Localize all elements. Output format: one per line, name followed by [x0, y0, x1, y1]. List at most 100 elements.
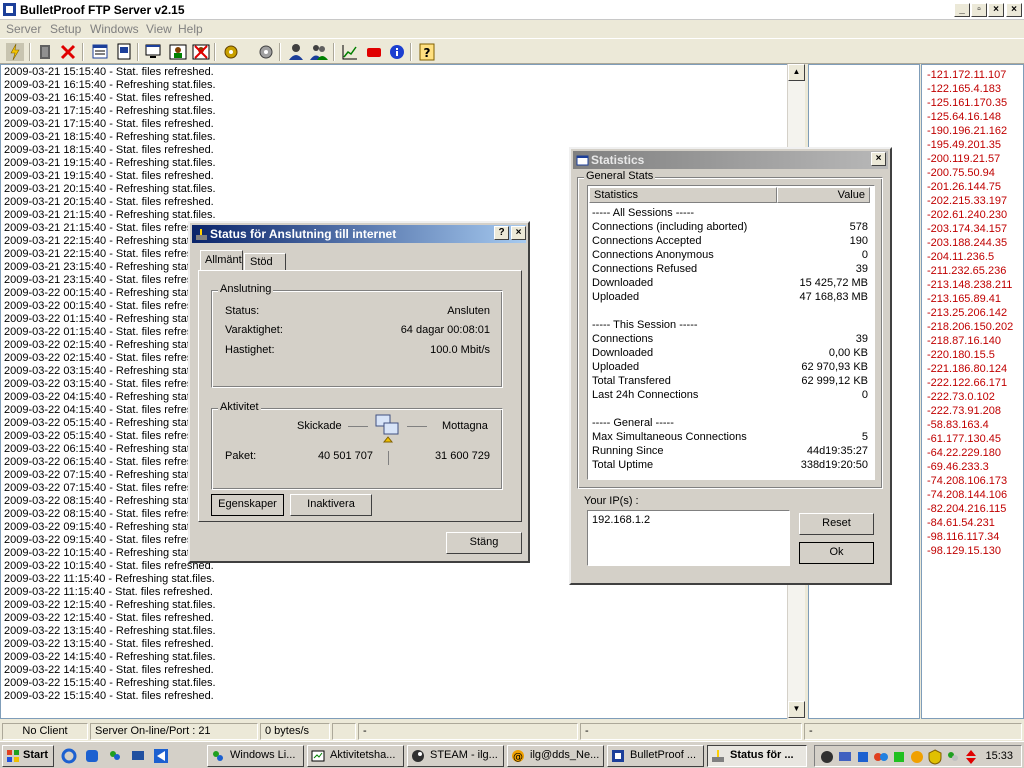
document-icon[interactable] [114, 42, 134, 62]
cross-icon[interactable] [58, 42, 78, 62]
tray-users-icon[interactable] [945, 749, 961, 765]
settings-icon[interactable] [221, 42, 241, 62]
ip-address-item[interactable]: -74.208.144.106 [927, 488, 1013, 502]
ip-address-item[interactable]: -221.186.80.124 [927, 362, 1013, 376]
ip-address-item[interactable]: -218.206.150.202 [927, 320, 1013, 334]
ip-address-item[interactable]: -125.64.16.148 [927, 110, 1013, 124]
clock[interactable]: 15:33 [985, 750, 1013, 762]
ok-button[interactable]: Ok [799, 542, 874, 564]
ip-address-item[interactable]: -69.46.233.3 [927, 460, 1013, 474]
ip-address-item[interactable]: -190.196.21.162 [927, 124, 1013, 138]
taskbar-button-connection-status[interactable]: Status för ... [707, 745, 807, 767]
ip-address-item[interactable]: -82.204.216.115 [927, 502, 1013, 516]
ip-address-item[interactable]: -213.165.89.41 [927, 292, 1013, 306]
ip-address-item[interactable]: -64.22.229.180 [927, 446, 1013, 460]
monitor-icon[interactable] [143, 42, 163, 62]
ip-address-item[interactable]: -201.26.144.75 [927, 180, 1013, 194]
ip-address-item[interactable]: -125.161.170.35 [927, 96, 1013, 110]
tray-green-icon[interactable] [891, 749, 907, 765]
ip-address-item[interactable]: -204.11.236.5 [927, 250, 1013, 264]
door-icon[interactable] [35, 42, 55, 62]
lightning-icon[interactable] [5, 42, 25, 62]
menu-help[interactable]: Help [178, 22, 203, 36]
ip-list-pane[interactable]: -121.172.11.107 -122.165.4.183 -125.161.17… [921, 64, 1024, 719]
ip-address-item[interactable]: -121.172.11.107 [927, 68, 1013, 82]
tab-general[interactable]: Allmänt [200, 250, 243, 271]
ip-address-item[interactable]: -195.49.201.35 [927, 138, 1013, 152]
ip-address-item[interactable]: -218.87.16.140 [927, 334, 1013, 348]
menu-windows[interactable]: Windows [90, 22, 139, 36]
close-window-button[interactable]: × [988, 3, 1004, 17]
disable-button[interactable]: Inaktivera [290, 494, 372, 516]
user-remove-icon[interactable] [191, 42, 211, 62]
user-icon[interactable] [286, 42, 306, 62]
ie-icon[interactable] [61, 748, 77, 764]
ip-address-item[interactable]: -222.73.0.102 [927, 390, 1013, 404]
show-desktop-icon[interactable] [130, 748, 146, 764]
scroll-down-button[interactable]: ▼ [788, 701, 805, 718]
restore-button[interactable]: ▫ [971, 3, 987, 17]
your-ip-box[interactable]: 192.168.1.2 [587, 510, 790, 566]
column-header-value[interactable]: Value [777, 187, 870, 203]
taskbar-button-steam[interactable]: STEAM - ilg... [407, 745, 504, 767]
taskbar-button-windows-live[interactable]: Windows Li... [207, 745, 304, 767]
menu-setup[interactable]: Setup [50, 22, 81, 36]
close-button[interactable]: Stäng [446, 532, 522, 554]
tray-media-icon[interactable] [855, 749, 871, 765]
ip-address-item[interactable]: -203.174.34.157 [927, 222, 1013, 236]
tray-network-icon[interactable] [837, 749, 853, 765]
close-statistics-dialog-button[interactable]: × [871, 152, 886, 166]
ip-address-item[interactable]: -98.129.15.130 [927, 544, 1013, 558]
connection-status-dialog[interactable]: Status för Anslutning till internet ? × … [188, 221, 530, 563]
ip-address-item[interactable]: -200.75.50.94 [927, 166, 1013, 180]
ip-address-item[interactable]: -213.148.238.211 [927, 278, 1013, 292]
statistics-dialog-titlebar[interactable]: Statistics [573, 151, 888, 169]
messenger-icon[interactable] [107, 748, 123, 764]
help-button[interactable]: ? [494, 226, 509, 240]
tray-arrows-icon[interactable] [963, 749, 979, 765]
reset-button[interactable]: Reset [799, 513, 874, 535]
tray-chat-icon[interactable] [909, 749, 925, 765]
main-title-bar[interactable]: BulletProof FTP Server v2.15 _ ▫ × × [0, 0, 1024, 20]
ip-address-item[interactable]: -211.232.65.236 [927, 264, 1013, 278]
ip-address-item[interactable]: -203.188.244.35 [927, 236, 1013, 250]
graph-icon[interactable] [340, 42, 360, 62]
close-connection-dialog-button[interactable]: × [511, 226, 526, 240]
taskbar-button-bulletproof[interactable]: BulletProof ... [607, 745, 704, 767]
statistics-dialog[interactable]: Statistics × General Stats Statistics Va… [569, 147, 892, 585]
taskbar-button-task-manager[interactable]: Aktivitetsha... [307, 745, 404, 767]
ip-address-item[interactable]: -58.83.163.4 [927, 418, 1013, 432]
media-icon[interactable] [84, 748, 100, 764]
ip-address-item[interactable]: -84.61.54.231 [927, 516, 1013, 530]
ip-address-item[interactable]: -74.208.106.173 [927, 474, 1013, 488]
record-icon[interactable] [364, 42, 384, 62]
taskbar-button-chat[interactable]: @ ilg@dds_Ne... [507, 745, 604, 767]
ip-address-item[interactable]: -98.116.117.34 [927, 530, 1013, 544]
arrow-icon[interactable] [153, 748, 169, 764]
info-icon[interactable] [387, 42, 407, 62]
user-doc-icon[interactable] [168, 42, 188, 62]
extra-caption-button[interactable]: × [1006, 3, 1022, 17]
tab-support[interactable]: Stöd [244, 253, 286, 271]
connection-dialog-titlebar[interactable]: Status för Anslutning till internet [192, 225, 526, 243]
minimize-button[interactable]: _ [954, 3, 970, 17]
properties-button[interactable]: Egenskaper [211, 494, 284, 516]
ip-address-item[interactable]: -202.61.240.230 [927, 208, 1013, 222]
start-button[interactable]: Start [2, 745, 54, 767]
ip-address-item[interactable]: -213.25.206.142 [927, 306, 1013, 320]
help-icon[interactable]: ? [417, 42, 437, 62]
ip-address-item[interactable]: -122.165.4.183 [927, 82, 1013, 96]
ip-address-item[interactable]: -222.122.66.171 [927, 376, 1013, 390]
ip-address-item[interactable]: -222.73.91.208 [927, 404, 1013, 418]
ip-address-item[interactable]: -61.177.130.45 [927, 432, 1013, 446]
ip-address-item[interactable]: -220.180.15.5 [927, 348, 1013, 362]
scroll-up-button[interactable]: ▲ [788, 64, 805, 81]
users-icon[interactable] [309, 42, 329, 62]
window-list-icon[interactable] [90, 42, 110, 62]
gear-icon[interactable] [256, 42, 276, 62]
tray-shield-icon[interactable] [927, 749, 943, 765]
statistics-list[interactable]: Statistics Value ----- All Sessions ----… [587, 185, 875, 480]
menu-server[interactable]: Server [6, 22, 41, 36]
column-header-statistics[interactable]: Statistics [589, 187, 777, 203]
ip-address-item[interactable]: -202.215.33.197 [927, 194, 1013, 208]
